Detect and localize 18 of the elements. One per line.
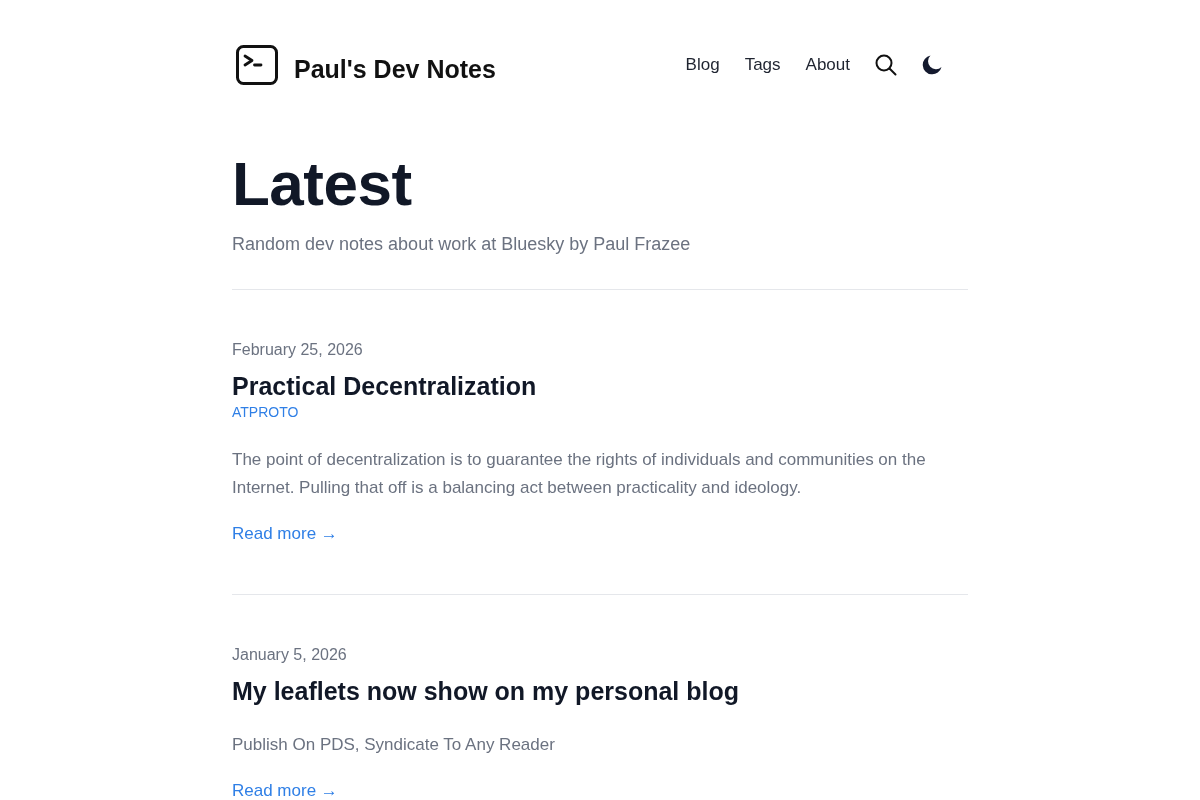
post-date: January 5, 2026 bbox=[232, 645, 347, 665]
terminal-logo-icon[interactable] bbox=[236, 45, 278, 85]
post-title-link[interactable]: Practical Decentralization bbox=[232, 370, 537, 402]
read-more-link[interactable]: Read more → bbox=[232, 526, 338, 542]
post-summary: The point of decentralization is to guarantee the rights of individuals and communities on the Internet. Pulling that off is a balancing act between practicality and ideology. bbox=[232, 449, 927, 499]
post-date: February 25, 2026 bbox=[232, 340, 363, 360]
nav-link[interactable]: Blog bbox=[685, 53, 720, 77]
search-icon[interactable] bbox=[875, 54, 897, 76]
page-heading: Latest bbox=[232, 148, 413, 220]
nav-link[interactable]: Tags bbox=[744, 53, 781, 77]
post-title-link[interactable]: My leaflets now show on my personal blog bbox=[232, 675, 740, 707]
site-title-link[interactable]: Paul's Dev Notes bbox=[294, 53, 496, 85]
page-description: Random dev notes about work at Bluesky by Paul Frazee bbox=[232, 233, 692, 256]
read-more-link[interactable]: Read more → bbox=[232, 783, 338, 799]
tag-link[interactable]: ATPROTO bbox=[232, 402, 299, 422]
nav-link[interactable]: About bbox=[805, 53, 850, 77]
moon-icon[interactable] bbox=[922, 55, 942, 75]
post-summary: Publish On PDS, Syndicate To Any Reader bbox=[232, 734, 555, 756]
